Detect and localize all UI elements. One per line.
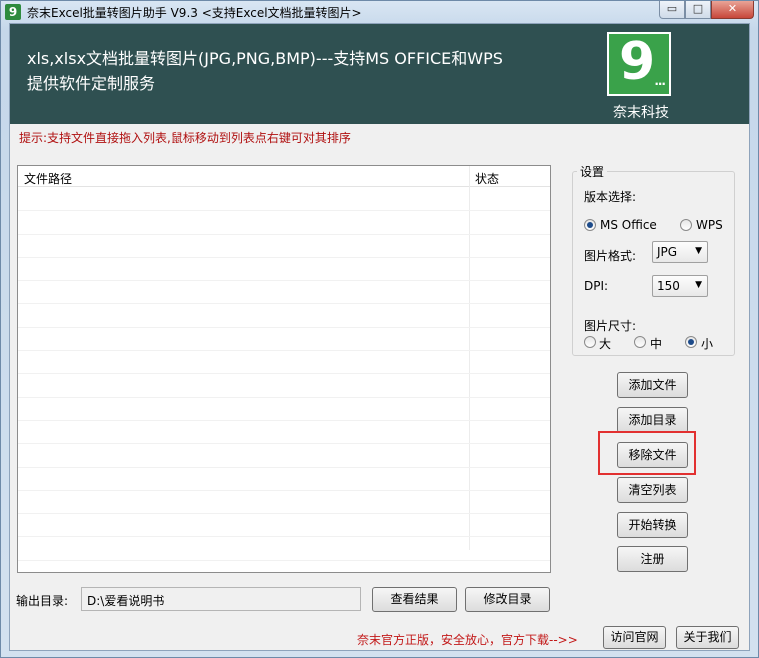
- radio-ms-office-label[interactable]: MS Office: [600, 218, 657, 232]
- output-dir-label: 输出目录:: [16, 594, 69, 608]
- radio-size-large[interactable]: [584, 336, 596, 348]
- dpi-label: DPI:: [584, 279, 609, 293]
- radio-size-large-label[interactable]: 大: [599, 335, 611, 352]
- chevron-down-icon: ▼: [695, 280, 702, 290]
- list-row: [18, 444, 550, 468]
- app-window: 9 奈末Excel批量转图片助手 V9.3 <支持Excel文档批量转图片> ▭…: [0, 0, 759, 658]
- clear-list-button[interactable]: 清空列表: [617, 477, 688, 503]
- format-select[interactable]: JPG ▼: [652, 241, 708, 263]
- logo-glyph: 9: [619, 32, 656, 92]
- start-convert-button[interactable]: 开始转换: [617, 512, 688, 538]
- hint-text: 提示:支持文件直接拖入列表,鼠标移动到列表点右键可对其排序: [19, 131, 351, 145]
- radio-wps[interactable]: [680, 219, 692, 231]
- banner-subline: 提供软件定制服务: [27, 74, 156, 93]
- radio-size-small-label[interactable]: 小: [701, 335, 713, 352]
- column-file-path[interactable]: 文件路径: [24, 170, 72, 187]
- remove-file-button[interactable]: 移除文件: [617, 442, 688, 468]
- list-row: [18, 421, 550, 445]
- list-row: [18, 537, 550, 561]
- logo-dots: ...: [654, 74, 666, 88]
- change-directory-button[interactable]: 修改目录: [465, 587, 550, 612]
- company-logo-icon: 9 ...: [607, 32, 671, 96]
- format-select-value: JPG: [657, 245, 678, 259]
- close-button[interactable]: ✕: [711, 1, 754, 19]
- size-label: 图片尺寸:: [584, 319, 637, 333]
- list-row: [18, 328, 550, 352]
- client-area: xls,xlsx文档批量转图片(JPG,PNG,BMP)---支持MS OFFI…: [9, 23, 750, 651]
- about-us-button[interactable]: 关于我们: [676, 626, 739, 649]
- dpi-select-value: 150: [657, 279, 680, 293]
- window-controls: ▭ □ ✕: [659, 1, 754, 19]
- list-row: [18, 211, 550, 235]
- radio-ms-office[interactable]: [584, 219, 596, 231]
- list-row: [18, 235, 550, 258]
- company-name: 奈末科技: [613, 105, 669, 121]
- add-directory-button[interactable]: 添加目录: [617, 407, 688, 433]
- footer-promo-text: 奈末官方正版，安全放心，官方下载-->>: [357, 633, 578, 647]
- list-row: [18, 258, 550, 282]
- list-row: [18, 351, 550, 375]
- dpi-select[interactable]: 150 ▼: [652, 275, 708, 297]
- minimize-button[interactable]: ▭: [659, 1, 685, 19]
- output-dir-value: D:\爱看说明书: [87, 594, 165, 608]
- output-dir-field[interactable]: D:\爱看说明书: [81, 587, 361, 611]
- column-status[interactable]: 状态: [475, 170, 499, 187]
- list-row: [18, 304, 550, 328]
- add-file-button[interactable]: 添加文件: [617, 372, 688, 398]
- list-row: [18, 491, 550, 515]
- list-row: [18, 188, 550, 212]
- file-list-header: 文件路径 状态: [18, 166, 550, 187]
- maximize-button[interactable]: □: [685, 1, 711, 19]
- radio-wps-label[interactable]: WPS: [696, 218, 723, 232]
- chevron-down-icon: ▼: [695, 246, 702, 256]
- radio-size-medium-label[interactable]: 中: [650, 335, 662, 352]
- visit-website-button[interactable]: 访问官网: [603, 626, 666, 649]
- radio-size-small[interactable]: [685, 336, 697, 348]
- format-label: 图片格式:: [584, 249, 637, 263]
- title-bar[interactable]: 9 奈末Excel批量转图片助手 V9.3 <支持Excel文档批量转图片> ▭…: [1, 1, 758, 23]
- banner-headline: xls,xlsx文档批量转图片(JPG,PNG,BMP)---支持MS OFFI…: [27, 49, 503, 68]
- app-icon: 9: [5, 4, 21, 20]
- list-row: [18, 374, 550, 398]
- settings-legend: 设置: [577, 163, 608, 180]
- file-list-rows: [18, 188, 550, 561]
- list-row: [18, 514, 550, 538]
- list-row: [18, 468, 550, 491]
- list-row: [18, 281, 550, 305]
- banner: xls,xlsx文档批量转图片(JPG,PNG,BMP)---支持MS OFFI…: [10, 24, 749, 124]
- radio-size-medium[interactable]: [634, 336, 646, 348]
- window-title: 奈末Excel批量转图片助手 V9.3 <支持Excel文档批量转图片>: [27, 6, 362, 20]
- view-result-button[interactable]: 查看结果: [372, 587, 457, 612]
- list-row: [18, 398, 550, 421]
- register-button[interactable]: 注册: [617, 546, 688, 572]
- file-list[interactable]: 文件路径 状态: [17, 165, 551, 573]
- version-label: 版本选择:: [584, 190, 637, 204]
